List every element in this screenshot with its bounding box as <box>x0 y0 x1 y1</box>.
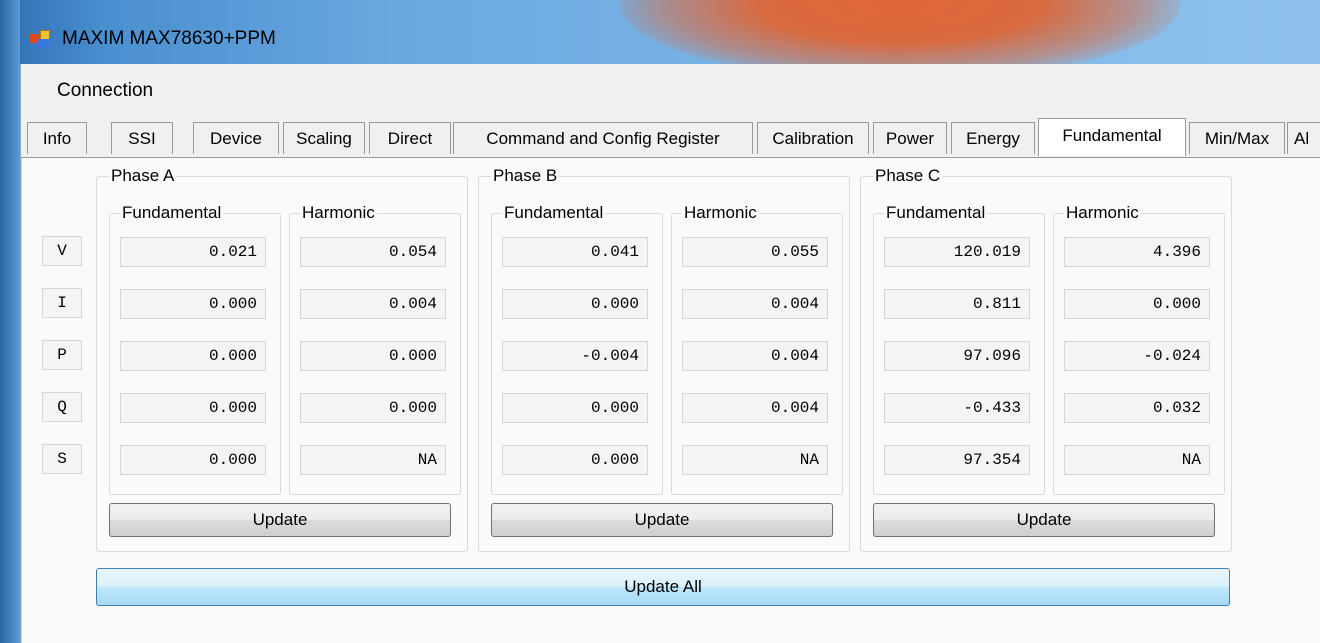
phase-b-fundamental-q: 0.000 <box>502 393 648 423</box>
phase-a-harmonic-i: 0.004 <box>300 289 446 319</box>
title-bar[interactable]: MAXIM MAX78630+PPM <box>20 0 1320 64</box>
phase-b-harmonic-group: Harmonic 0.055 0.004 0.004 0.004 NA <box>671 204 843 495</box>
phase-b-fundamental-s: 0.000 <box>502 445 648 475</box>
phase-b-harmonic-i: 0.004 <box>682 289 828 319</box>
phase-a-harmonic-group: Harmonic 0.054 0.004 0.000 0.000 NA <box>289 204 461 495</box>
window-frame-left <box>0 0 20 643</box>
phase-c-update-button[interactable]: Update <box>873 503 1215 537</box>
phase-c-harmonic-i: 0.000 <box>1064 289 1210 319</box>
app-icon <box>30 30 50 48</box>
phase-b-harmonic-s: NA <box>682 445 828 475</box>
phase-c-fundamental-v: 120.019 <box>884 237 1030 267</box>
phase-b-update-button[interactable]: Update <box>491 503 833 537</box>
phase-c-harmonic-v: 4.396 <box>1064 237 1210 267</box>
tab-strip: Info SSI Device Scaling Direct Command a… <box>21 118 1320 158</box>
row-label-s: S <box>42 444 82 474</box>
tab-direct[interactable]: Direct <box>369 122 451 154</box>
phase-b-group: Phase B Fundamental 0.041 0.000 -0.004 0… <box>478 167 850 552</box>
phase-b-fundamental-i: 0.000 <box>502 289 648 319</box>
main-window: Connection Info SSI Device Scaling Direc… <box>20 64 1320 643</box>
phase-b-fundamental-label: Fundamental <box>502 203 606 222</box>
phase-c-harmonic-s: NA <box>1064 445 1210 475</box>
tab-ssi[interactable]: SSI <box>111 122 173 154</box>
phase-c-harmonic-label: Harmonic <box>1064 203 1141 222</box>
tab-info[interactable]: Info <box>27 122 87 154</box>
phase-a-harmonic-v: 0.054 <box>300 237 446 267</box>
tab-scaling[interactable]: Scaling <box>283 122 365 154</box>
phase-c-harmonic-q: 0.032 <box>1064 393 1210 423</box>
menu-connection[interactable]: Connection <box>57 80 153 102</box>
row-label-v: V <box>42 236 82 266</box>
phase-a-label: Phase A <box>109 166 177 185</box>
tab-energy[interactable]: Energy <box>951 122 1035 154</box>
phase-a-fundamental-i: 0.000 <box>120 289 266 319</box>
phase-c-fundamental-p: 97.096 <box>884 341 1030 371</box>
phase-a-fundamental-q: 0.000 <box>120 393 266 423</box>
phase-b-fundamental-v: 0.041 <box>502 237 648 267</box>
phase-a-fundamental-p: 0.000 <box>120 341 266 371</box>
phase-b-fundamental-p: -0.004 <box>502 341 648 371</box>
row-label-q: Q <box>42 392 82 422</box>
tab-min-max[interactable]: Min/Max <box>1189 122 1285 154</box>
phase-a-fundamental-s: 0.000 <box>120 445 266 475</box>
phase-c-fundamental-q: -0.433 <box>884 393 1030 423</box>
phase-b-fundamental-group: Fundamental 0.041 0.000 -0.004 0.000 0.0… <box>491 204 663 495</box>
row-label-p: P <box>42 340 82 370</box>
phase-a-harmonic-label: Harmonic <box>300 203 377 222</box>
tab-device[interactable]: Device <box>193 122 279 154</box>
phase-c-group: Phase C Fundamental 120.019 0.811 97.096… <box>860 167 1232 552</box>
phase-b-harmonic-v: 0.055 <box>682 237 828 267</box>
phase-a-update-button[interactable]: Update <box>109 503 451 537</box>
phase-a-fundamental-group: Fundamental 0.021 0.000 0.000 0.000 0.00… <box>109 204 281 495</box>
tab-power[interactable]: Power <box>873 122 947 154</box>
phase-a-harmonic-q: 0.000 <box>300 393 446 423</box>
phase-b-harmonic-p: 0.004 <box>682 341 828 371</box>
menu-bar: Connection <box>21 64 1320 112</box>
phase-a-fundamental-label: Fundamental <box>120 203 224 222</box>
tab-calibration[interactable]: Calibration <box>757 122 869 154</box>
phase-c-fundamental-s: 97.354 <box>884 445 1030 475</box>
phase-c-fundamental-i: 0.811 <box>884 289 1030 319</box>
tab-al[interactable]: Al <box>1287 122 1320 154</box>
phase-b-harmonic-label: Harmonic <box>682 203 759 222</box>
tab-command-config-register[interactable]: Command and Config Register <box>453 122 753 154</box>
row-label-i: I <box>42 288 82 318</box>
phase-a-fundamental-v: 0.021 <box>120 237 266 267</box>
tab-fundamental[interactable]: Fundamental <box>1038 118 1186 156</box>
fundamental-tab-panel: V I P Q S Phase A Fundamental 0.021 0.00… <box>21 158 1320 643</box>
update-all-button[interactable]: Update All <box>96 568 1230 606</box>
phase-a-harmonic-s: NA <box>300 445 446 475</box>
phase-b-harmonic-q: 0.004 <box>682 393 828 423</box>
phase-c-harmonic-p: -0.024 <box>1064 341 1210 371</box>
phase-a-group: Phase A Fundamental 0.021 0.000 0.000 0.… <box>96 167 468 552</box>
phase-c-label: Phase C <box>873 166 943 185</box>
phase-c-harmonic-group: Harmonic 4.396 0.000 -0.024 0.032 NA <box>1053 204 1225 495</box>
window-title: MAXIM MAX78630+PPM <box>62 28 276 49</box>
phase-a-harmonic-p: 0.000 <box>300 341 446 371</box>
phase-b-label: Phase B <box>491 166 560 185</box>
phase-c-fundamental-group: Fundamental 120.019 0.811 97.096 -0.433 … <box>873 204 1045 495</box>
phase-c-fundamental-label: Fundamental <box>884 203 988 222</box>
